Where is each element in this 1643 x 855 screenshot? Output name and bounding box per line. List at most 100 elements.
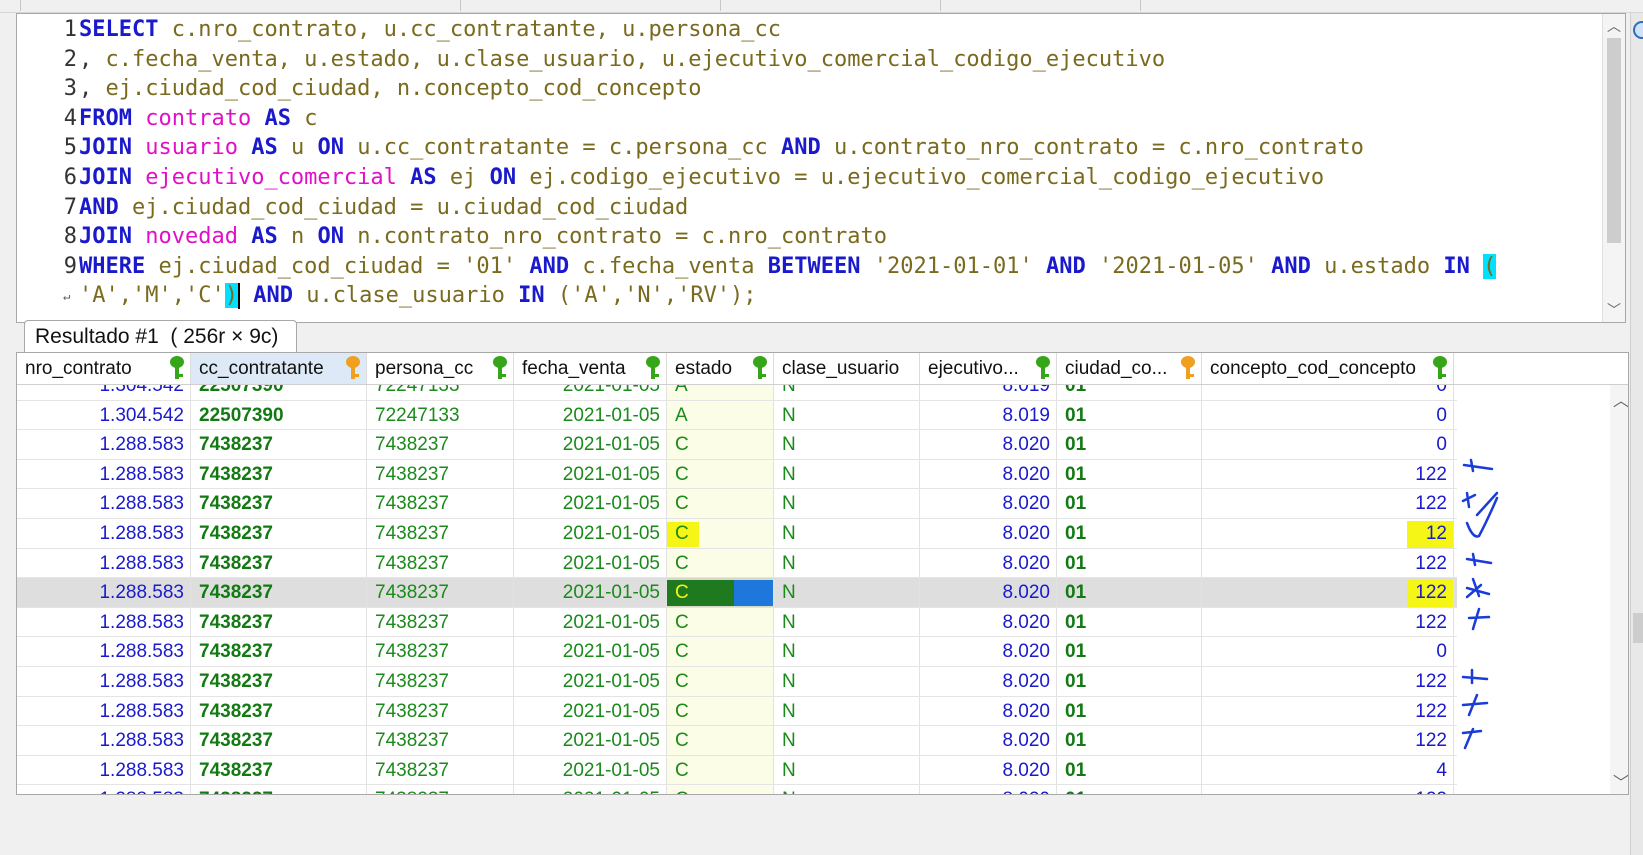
grid-cell-cc-contratante[interactable]: 7438237: [191, 519, 367, 548]
tab-stub[interactable]: [460, 0, 721, 11]
grid-cell-persona-cc[interactable]: 7438237: [367, 607, 514, 637]
grid-cell-ejecutivo[interactable]: 8.020: [920, 607, 1057, 637]
column-header-cc-contratante[interactable]: cc_contratante: [191, 353, 367, 384]
grid-cell-estado[interactable]: C: [667, 785, 774, 794]
grid-cell-clase-usuario[interactable]: N: [774, 519, 920, 548]
result-grid[interactable]: nro_contrato cc_contratante persona_cc fech…: [16, 352, 1629, 795]
grid-cell-persona-cc[interactable]: 72247133: [367, 400, 514, 430]
grid-cell-concepto[interactable]: 122: [1202, 459, 1454, 489]
grid-cell-persona-cc[interactable]: 7438237: [367, 519, 514, 548]
editor-scrollbar[interactable]: ︿ ﹀: [1602, 14, 1625, 322]
tab-stub[interactable]: [720, 0, 941, 11]
table-row[interactable]: 1.304.542 22507390 72247133 2021-01-05 A N 8.0…: [17, 385, 1457, 401]
grid-cell-persona-cc[interactable]: 7438237: [367, 430, 514, 459]
grid-cell-ciudad[interactable]: 01: [1057, 578, 1202, 607]
grid-cell-estado[interactable]: A: [667, 400, 774, 430]
grid-cell-cc-contratante[interactable]: 7438237: [191, 755, 367, 785]
grid-cell-fecha-venta[interactable]: 2021-01-05: [514, 519, 667, 548]
grid-cell-ejecutivo[interactable]: 8.020: [920, 667, 1057, 696]
code-line[interactable]: WHERE ej.ciudad_cod_ciudad = '01' AND c.…: [79, 252, 1497, 282]
grid-cell-nro-contrato[interactable]: 1.288.583: [17, 519, 191, 548]
grid-cell-nro-contrato[interactable]: 1.288.583: [17, 459, 191, 489]
grid-cell-concepto[interactable]: 0: [1202, 385, 1454, 400]
grid-cell-estado[interactable]: C: [667, 755, 774, 785]
grid-cell-cc-contratante[interactable]: 7438237: [191, 548, 367, 578]
column-header-clase-usuario[interactable]: clase_usuario: [774, 353, 920, 384]
grid-cell-ejecutivo[interactable]: 8.020: [920, 726, 1057, 755]
column-header-fecha-venta[interactable]: fecha_venta: [514, 353, 667, 384]
grid-cell-clase-usuario[interactable]: N: [774, 489, 920, 518]
grid-cell-concepto[interactable]: 122: [1202, 696, 1454, 726]
grid-cell-ciudad[interactable]: 01: [1057, 400, 1202, 430]
grid-cell-persona-cc[interactable]: 7438237: [367, 667, 514, 696]
grid-cell-ciudad[interactable]: 01: [1057, 785, 1202, 794]
grid-cell-cc-contratante[interactable]: 7438237: [191, 430, 367, 459]
code-line[interactable]: FROM contrato AS c: [79, 104, 317, 134]
grid-cell-clase-usuario[interactable]: N: [774, 696, 920, 726]
grid-cell-concepto[interactable]: 122: [1202, 785, 1454, 794]
grid-cell-cc-contratante[interactable]: 7438237: [191, 489, 367, 518]
table-row[interactable]: 1.288.583 7438237 7438237 2021-01-05 C N 8.020…: [17, 785, 1457, 794]
grid-cell-concepto[interactable]: 0: [1202, 400, 1454, 430]
grid-cell-persona-cc[interactable]: 7438237: [367, 489, 514, 518]
sql-editor[interactable]: 1 2 3 4 5 6 7 8 9 ↵ SELECT c.nro_contrato, u.cc_c…: [16, 13, 1626, 323]
grid-body[interactable]: 1.304.542 22507390 72247133 2021-01-05 A N 8.0…: [17, 385, 1607, 794]
column-header-persona-cc[interactable]: persona_cc: [367, 353, 514, 384]
grid-cell-ciudad[interactable]: 01: [1057, 726, 1202, 755]
column-header-concepto-cod-concepto[interactable]: concepto_cod_concepto: [1202, 353, 1454, 384]
grid-cell-estado[interactable]: C: [667, 548, 774, 578]
scroll-down-icon[interactable]: ﹀: [1607, 300, 1621, 320]
grid-cell-clase-usuario[interactable]: N: [774, 400, 920, 430]
table-row[interactable]: 1.288.583 7438237 7438237 2021-01-05 C N 8.020…: [17, 696, 1457, 727]
grid-cell-cc-contratante[interactable]: 22507390: [191, 400, 367, 430]
grid-cell-cc-contratante[interactable]: 7438237: [191, 607, 367, 637]
grid-cell-estado[interactable]: C: [667, 607, 774, 637]
grid-cell-nro-contrato[interactable]: 1.288.583: [17, 430, 191, 459]
grid-cell-concepto[interactable]: 122: [1202, 607, 1454, 637]
grid-cell-clase-usuario[interactable]: N: [774, 459, 920, 489]
table-row[interactable]: 1.288.583 7438237 7438237 2021-01-05 C N 8.020…: [17, 578, 1457, 608]
grid-cell-fecha-venta[interactable]: 2021-01-05: [514, 578, 667, 607]
grid-cell-concepto[interactable]: 0: [1202, 637, 1454, 666]
grid-cell-nro-contrato[interactable]: 1.288.583: [17, 726, 191, 755]
table-row[interactable]: 1.288.583 7438237 7438237 2021-01-05 C N 8.020…: [17, 637, 1457, 667]
column-header-estado[interactable]: estado: [667, 353, 774, 384]
grid-cell-nro-contrato[interactable]: 1.304.542: [17, 385, 191, 400]
table-row[interactable]: 1.288.583 7438237 7438237 2021-01-05 C N 8.020…: [17, 430, 1457, 460]
grid-cell-clase-usuario[interactable]: N: [774, 430, 920, 459]
grid-cell-clase-usuario[interactable]: N: [774, 607, 920, 637]
grid-cell-estado[interactable]: C: [667, 489, 774, 518]
grid-cell-fecha-venta[interactable]: 2021-01-05: [514, 696, 667, 726]
grid-cell-persona-cc[interactable]: 7438237: [367, 785, 514, 794]
grid-cell-ciudad[interactable]: 01: [1057, 667, 1202, 696]
grid-cell-fecha-venta[interactable]: 2021-01-05: [514, 548, 667, 578]
table-row[interactable]: 1.288.583 7438237 7438237 2021-01-05 C N 8.020…: [17, 489, 1457, 519]
grid-cell-ciudad[interactable]: 01: [1057, 489, 1202, 518]
grid-cell-ciudad[interactable]: 01: [1057, 430, 1202, 459]
tab-stub[interactable]: [20, 0, 461, 11]
table-row[interactable]: 1.288.583 7438237 7438237 2021-01-05 C N 8.020…: [17, 607, 1457, 638]
code-line[interactable]: , ej.ciudad_cod_ciudad, n.concepto_cod_c…: [79, 74, 702, 104]
column-header-ejecutivo[interactable]: ejecutivo...: [920, 353, 1057, 384]
grid-cell-estado[interactable]: C: [667, 459, 774, 489]
panel-scroll-thumb[interactable]: [1633, 613, 1643, 643]
grid-cell-estado[interactable]: C: [667, 637, 774, 666]
grid-cell-cc-contratante[interactable]: 7438237: [191, 696, 367, 726]
grid-cell-fecha-venta[interactable]: 2021-01-05: [514, 607, 667, 637]
code-line[interactable]: , c.fecha_venta, u.estado, u.clase_usuar…: [79, 45, 1165, 75]
grid-cell-persona-cc[interactable]: 7438237: [367, 459, 514, 489]
table-row[interactable]: 1.288.583 7438237 7438237 2021-01-05 C N 8.020…: [17, 667, 1457, 697]
grid-cell-ejecutivo[interactable]: 8.020: [920, 430, 1057, 459]
grid-cell-nro-contrato[interactable]: 1.288.583: [17, 785, 191, 794]
grid-cell-concepto[interactable]: 122: [1202, 578, 1454, 607]
grid-cell-nro-contrato[interactable]: 1.288.583: [17, 696, 191, 726]
grid-cell-fecha-venta[interactable]: 2021-01-05: [514, 430, 667, 459]
grid-cell-clase-usuario[interactable]: N: [774, 385, 920, 400]
grid-cell-nro-contrato[interactable]: 1.288.583: [17, 755, 191, 785]
grid-cell-ejecutivo[interactable]: 8.020: [920, 459, 1057, 489]
grid-cell-ejecutivo[interactable]: 8.020: [920, 519, 1057, 548]
grid-cell-nro-contrato[interactable]: 1.288.583: [17, 578, 191, 607]
grid-cell-ejecutivo[interactable]: 8.020: [920, 755, 1057, 785]
grid-cell-nro-contrato[interactable]: 1.288.583: [17, 637, 191, 666]
grid-cell-clase-usuario[interactable]: N: [774, 548, 920, 578]
